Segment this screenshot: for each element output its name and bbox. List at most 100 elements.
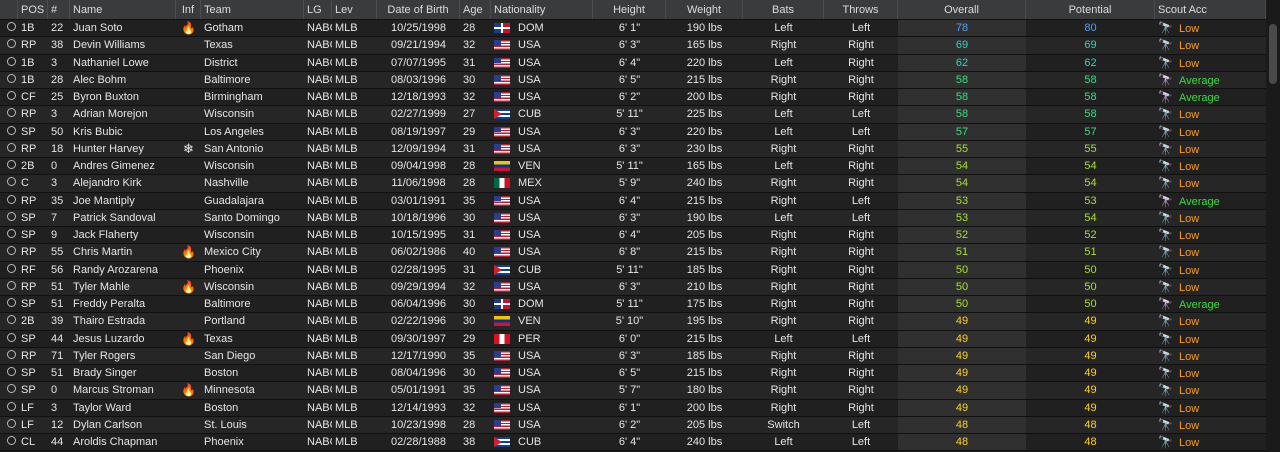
- table-row[interactable]: LF 12 Dylan Carlson St. Louis NABCMLB 10/23/1…: [0, 416, 1266, 434]
- height-cell: 5' 11": [616, 160, 643, 173]
- row-select-radio[interactable]: [7, 177, 16, 187]
- table-row[interactable]: 1B 3 Nathaniel Lowe District NABCMLB 07/07/19…: [0, 54, 1266, 72]
- row-select-radio[interactable]: [7, 436, 16, 446]
- table-row[interactable]: RP 18 Hunter Harvey ❄ San Antonio NABCMLB 12/0…: [0, 140, 1266, 158]
- row-select-radio[interactable]: [7, 229, 16, 239]
- nationality-code: USA: [518, 418, 541, 431]
- row-select-radio[interactable]: [7, 418, 16, 428]
- column-header--[interactable]: #: [48, 0, 70, 19]
- row-select-radio[interactable]: [7, 384, 16, 394]
- potential-rating: 49: [1084, 384, 1097, 397]
- column-header-lg[interactable]: LG: [304, 0, 332, 19]
- row-select-radio[interactable]: [7, 349, 16, 359]
- row-select-radio[interactable]: [7, 108, 16, 118]
- column-header-name[interactable]: Name: [70, 0, 176, 19]
- row-select-radio[interactable]: [7, 194, 16, 204]
- age-cell: 31: [463, 56, 476, 69]
- column-header-select[interactable]: [0, 0, 18, 19]
- flag-usa-icon: [494, 368, 510, 379]
- team-cell: Texas: [204, 332, 233, 345]
- column-header-potential[interactable]: Potential: [1026, 0, 1155, 19]
- binoculars-icon: 🔭: [1158, 331, 1173, 346]
- weight-cell: 205 lbs: [686, 418, 723, 431]
- scrollbar-thumb[interactable]: [1269, 24, 1277, 84]
- binoculars-icon: 🔭: [1158, 124, 1173, 139]
- num-cell: 3: [51, 56, 58, 69]
- weight-cell: 175 lbs: [686, 298, 723, 311]
- table-row[interactable]: SP 44 Jesus Luzardo 🔥 Texas NABCMLB 09/30/1997…: [0, 330, 1266, 348]
- row-select-radio[interactable]: [7, 22, 16, 32]
- row-select-radio[interactable]: [7, 401, 16, 411]
- table-row[interactable]: RP 71 Tyler Rogers San Diego NABCMLB 12/17/19…: [0, 347, 1266, 365]
- row-select-radio[interactable]: [7, 56, 16, 66]
- table-row[interactable]: SP 0 Marcus Stroman 🔥 Minnesota NABCMLB 05/01/…: [0, 382, 1266, 400]
- lev-cell: MLB: [335, 436, 358, 449]
- column-header-pos[interactable]: POS: [18, 0, 48, 19]
- row-select-radio[interactable]: [7, 125, 16, 135]
- table-row[interactable]: 2B 39 Thairo Estrada Portland NABCMLB 02/22/1…: [0, 313, 1266, 331]
- column-header-weight[interactable]: Weight: [666, 0, 743, 19]
- vertical-scrollbar[interactable]: [1266, 0, 1280, 452]
- scout-accuracy-cell: 🔭 Low: [1155, 280, 1266, 294]
- column-header-lev[interactable]: Lev: [332, 0, 377, 19]
- row-select-radio[interactable]: [7, 315, 16, 325]
- column-header-team[interactable]: Team: [201, 0, 304, 19]
- table-row[interactable]: CL 44 Aroldis Chapman Phoenix NABCMLB 02/28/1…: [0, 434, 1266, 452]
- lev-cell: MLB: [335, 73, 358, 86]
- row-select-radio[interactable]: [7, 280, 16, 290]
- column-header-scout-acc[interactable]: Scout Acc: [1155, 0, 1266, 19]
- table-row[interactable]: 1B 22 Juan Soto 🔥 Gotham NABCMLB 10/25/1998 28 D…: [0, 20, 1266, 38]
- nationality-code: DOM: [518, 298, 544, 311]
- table-row[interactable]: C 3 Alejandro Kirk Nashville NABCMLB 11/06/19…: [0, 175, 1266, 193]
- row-select-radio[interactable]: [7, 160, 16, 170]
- table-row[interactable]: 2B 0 Andres Gimenez Wisconsin NABCMLB 09/04/1…: [0, 158, 1266, 176]
- dob-cell: 02/22/1996: [390, 315, 447, 328]
- table-row[interactable]: RP 3 Adrian Morejon Wisconsin NABCMLB 02/27/1…: [0, 106, 1266, 124]
- table-row[interactable]: SP 51 Freddy Peralta Baltimore NABCMLB 06/04/…: [0, 296, 1266, 314]
- row-select-radio[interactable]: [7, 73, 16, 83]
- table-row[interactable]: RP 51 Tyler Mahle 🔥 Wisconsin NABCMLB 09/29/19…: [0, 278, 1266, 296]
- table-row[interactable]: CF 25 Byron Buxton Birmingham NABCMLB 12/18/1…: [0, 89, 1266, 107]
- row-select-radio[interactable]: [7, 211, 16, 221]
- column-header-throws[interactable]: Throws: [824, 0, 898, 19]
- overall-rating: 48: [898, 416, 1026, 433]
- table-row[interactable]: 1B 28 Alec Bohm Baltimore NABCMLB 08/03/1996 3…: [0, 71, 1266, 89]
- age-cell: 27: [463, 108, 476, 121]
- num-cell: 71: [51, 349, 64, 362]
- table-row[interactable]: SP 51 Brady Singer Boston NABCMLB 08/04/1996 3…: [0, 365, 1266, 383]
- column-header-height[interactable]: Height: [593, 0, 666, 19]
- table-row[interactable]: SP 50 Kris Bubic Los Angeles NABCMLB 08/19/19…: [0, 123, 1266, 141]
- row-select-radio[interactable]: [7, 367, 16, 377]
- row-select-radio[interactable]: [7, 246, 16, 256]
- row-select-radio[interactable]: [7, 91, 16, 101]
- overall-rating: 48: [898, 434, 1026, 451]
- table-row[interactable]: LF 3 Taylor Ward Boston NABCMLB 12/14/1993 32 U…: [0, 399, 1266, 417]
- table-row[interactable]: SP 7 Patrick Sandoval Santo Domingo NABCMLB 1…: [0, 209, 1266, 227]
- column-header-age[interactable]: Age: [460, 0, 491, 19]
- column-header-bats[interactable]: Bats: [743, 0, 824, 19]
- throws-cell: Right: [848, 298, 874, 311]
- table-row[interactable]: RP 55 Chris Martin 🔥 Mexico City NABCMLB 06/02…: [0, 244, 1266, 262]
- potential-rating: 48: [1084, 418, 1097, 431]
- nationality-cell: MEX: [491, 177, 593, 189]
- table-row[interactable]: RP 38 Devin Williams Texas NABCMLB 09/21/1994…: [0, 37, 1266, 55]
- table-row[interactable]: RP 35 Joe Mantiply Guadalajara NABCMLB 03/01/…: [0, 192, 1266, 210]
- row-select-radio[interactable]: [7, 332, 16, 342]
- num-cell: 12: [51, 418, 64, 431]
- overall-rating: 52: [898, 227, 1026, 244]
- binoculars-icon: 🔭: [1158, 21, 1173, 36]
- column-header-date-of-birth[interactable]: Date of Birth: [377, 0, 460, 19]
- row-select-radio[interactable]: [7, 39, 16, 49]
- nationality-cell: USA: [491, 212, 593, 224]
- row-select-radio[interactable]: [7, 263, 16, 273]
- team-cell: Wisconsin: [204, 229, 255, 242]
- row-select-radio[interactable]: [7, 142, 16, 152]
- table-row[interactable]: SP 9 Jack Flaherty Wisconsin NABCMLB 10/15/19…: [0, 227, 1266, 245]
- column-header-overall[interactable]: Overall: [898, 0, 1026, 19]
- column-header-nationality[interactable]: Nationality: [491, 0, 593, 19]
- table-row[interactable]: RF 56 Randy Arozarena Phoenix NABCMLB 02/28/1…: [0, 261, 1266, 279]
- age-cell: 29: [463, 332, 476, 345]
- nationality-cell: USA: [491, 402, 593, 414]
- column-header-inf[interactable]: Inf: [176, 0, 201, 19]
- row-select-radio[interactable]: [7, 298, 16, 308]
